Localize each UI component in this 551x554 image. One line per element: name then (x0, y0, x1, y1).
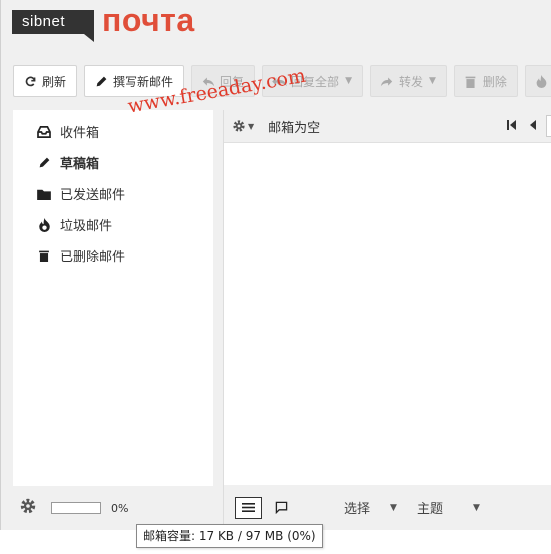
folder-label: 已删除邮件 (60, 250, 126, 265)
folder-label: 已发送邮件 (60, 188, 126, 203)
forward-icon (379, 75, 395, 88)
thread-view-button[interactable] (268, 497, 295, 519)
logo-brand: sibnet (12, 10, 94, 42)
folder-sidebar: 收件箱 草稿箱 已发送邮件 垃圾邮件 已删除邮件 (13, 110, 213, 486)
folder-sent[interactable]: 已发送邮件 (13, 178, 213, 209)
select-dropdown[interactable]: 选择 ▼ (344, 498, 397, 517)
thread-label: 主题 (416, 502, 443, 517)
pagination (507, 119, 546, 133)
message-list-pane: ▼ 邮箱为空 选择 ▼ 主题 ▼ (223, 110, 551, 530)
folder-label: 垃圾邮件 (60, 219, 113, 234)
quota-tooltip: 邮箱容量: 17 KB / 97 MB (0%) (136, 524, 323, 548)
speech-bubble-icon (275, 501, 288, 514)
folder-inbox[interactable]: 收件箱 (13, 116, 213, 147)
refresh-label: 刷新 (42, 74, 67, 89)
flame-icon (534, 74, 550, 88)
logo-product: почта (102, 2, 195, 38)
flame-icon (35, 217, 53, 232)
prev-page-icon[interactable] (530, 119, 536, 133)
spam-button[interactable]: 垃 (524, 65, 551, 97)
quota-bar (51, 502, 101, 514)
forward-button[interactable]: 转发 ▼ (369, 65, 447, 97)
list-icon (242, 503, 255, 512)
select-label: 选择 (344, 502, 371, 517)
quota-percent: 0% (111, 501, 129, 515)
logo[interactable]: sibnet почта (12, 3, 195, 42)
forward-label: 转发 (398, 74, 423, 89)
list-view-button[interactable] (235, 496, 262, 519)
chevron-down-icon: ▼ (345, 76, 352, 86)
gear-icon (233, 120, 245, 132)
delete-button[interactable]: 删除 (453, 65, 518, 97)
refresh-button[interactable]: 刷新 (13, 65, 78, 97)
page-input[interactable] (546, 115, 551, 137)
folder-icon (35, 188, 53, 200)
folder-trash[interactable]: 已删除邮件 (13, 240, 213, 271)
chevron-down-icon: ▼ (390, 502, 397, 513)
pencil-icon (35, 156, 53, 169)
pencil-icon (93, 75, 109, 88)
refresh-icon (22, 75, 38, 88)
delete-label: 删除 (482, 74, 507, 89)
mail-app: sibnet почта 刷新 撰写新邮件 回复 回复全部 ▼ 转发 ▼ 删除 … (0, 0, 551, 530)
folder-drafts[interactable]: 草稿箱 (13, 147, 213, 178)
compose-label: 撰写新邮件 (113, 74, 174, 89)
list-settings-button[interactable]: ▼ (232, 119, 254, 133)
folder-label: 草稿箱 (60, 157, 100, 172)
trash-icon (463, 75, 479, 88)
folder-spam[interactable]: 垃圾邮件 (13, 209, 213, 240)
message-list-header: ▼ 邮箱为空 (224, 110, 551, 143)
trash-icon (35, 249, 53, 262)
chevron-down-icon: ▼ (248, 121, 255, 131)
gear-icon[interactable] (19, 497, 39, 520)
inbox-icon (35, 125, 53, 138)
folder-label: 收件箱 (60, 126, 100, 141)
chevron-down-icon: ▼ (472, 502, 480, 513)
chevron-down-icon: ▼ (429, 76, 436, 86)
empty-mailbox-label: 邮箱为空 (268, 120, 321, 136)
first-page-icon[interactable] (507, 119, 516, 133)
thread-dropdown[interactable]: 主题 ▼ (417, 498, 480, 517)
